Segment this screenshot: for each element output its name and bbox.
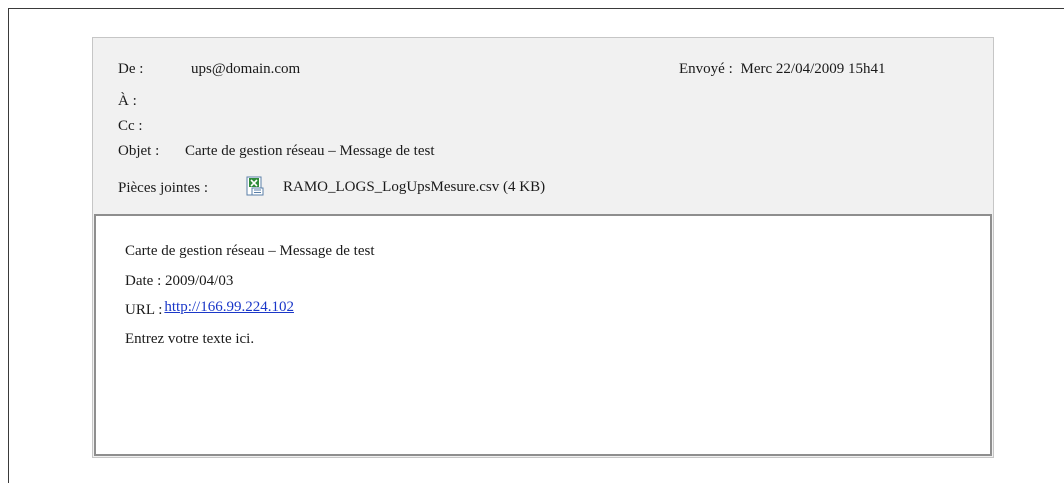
body-line-date: Date : 2009/04/03 <box>125 273 234 289</box>
subject-label: Objet : <box>118 143 160 159</box>
attachments-label: Pièces jointes : <box>118 180 208 196</box>
excel-csv-file-icon[interactable] <box>245 176 265 196</box>
email-header: De : ups@domain.com Envoyé : Merc 22/04/… <box>93 38 993 214</box>
email-body[interactable]: Carte de gestion réseau – Message de tes… <box>94 214 992 456</box>
attachment-link[interactable]: RAMO_LOGS_LogUpsMesure.csv (4 KB) <box>283 179 545 196</box>
subject-value: Carte de gestion réseau – Message de tes… <box>185 143 435 159</box>
sent-label: Envoyé : <box>679 61 733 77</box>
body-line-title: Carte de gestion réseau – Message de tes… <box>125 243 375 259</box>
body-line-placeholder: Entrez votre texte ici. <box>125 331 255 347</box>
body-line-url: URL : http://166.99.224.102 <box>125 299 294 319</box>
email-message: De : ups@domain.com Envoyé : Merc 22/04/… <box>92 37 994 458</box>
sent-value: Merc 22/04/2009 15h41 <box>740 61 886 77</box>
cc-label: Cc : <box>118 118 143 134</box>
from-row: De : <box>118 60 143 78</box>
url-label: URL : <box>125 302 163 318</box>
from-value: ups@domain.com <box>191 61 301 77</box>
from-label: De : <box>118 61 144 77</box>
to-label: À : <box>118 93 137 109</box>
sent-row: Envoyé : Merc 22/04/2009 15h41 <box>679 60 885 78</box>
url-link[interactable]: http://166.99.224.102 <box>164 299 294 315</box>
